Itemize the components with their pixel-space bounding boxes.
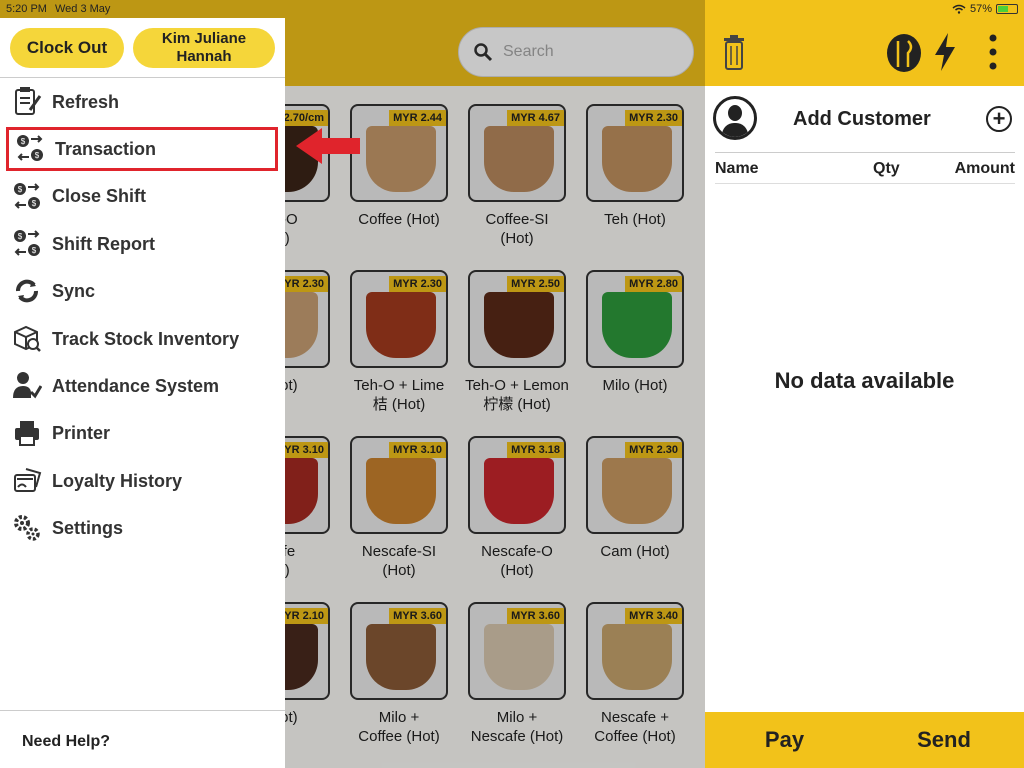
clipboard-icon [12, 86, 44, 118]
svg-text:$: $ [35, 151, 40, 160]
add-customer-row[interactable]: Add Customer + [705, 86, 1024, 150]
order-panel: Add Customer + Name Qty Amount No data a… [705, 86, 1024, 768]
menu-item-shift-report[interactable]: $ $ Shift Report [6, 222, 278, 266]
lightning-icon[interactable] [933, 33, 957, 71]
svg-text:$: $ [18, 232, 23, 241]
dine-in-icon[interactable] [886, 33, 922, 73]
user-name-badge[interactable]: Kim Juliane Hannah [133, 28, 275, 68]
help-footer: Need Help? [0, 710, 285, 768]
wifi-icon [952, 4, 966, 14]
menu-top-bar: Clock Out Kim Juliane Hannah [0, 18, 285, 78]
svg-text:$: $ [32, 199, 37, 208]
add-customer-plus-icon[interactable]: + [986, 106, 1012, 132]
sync-icon [12, 276, 44, 308]
attendance-icon [12, 370, 44, 402]
col-name: Name [715, 160, 759, 177]
menu-item-label: Shift Report [52, 233, 155, 254]
status-date: Wed 3 May [54, 3, 111, 15]
status-bar: 5:20 PM Wed 3 May 57% [0, 0, 1024, 18]
menu-item-label: Loyalty History [52, 470, 183, 491]
col-qty: Qty [873, 160, 900, 177]
more-options-icon[interactable] [989, 34, 997, 70]
battery-icon [996, 4, 1018, 14]
menu-item-close-shift[interactable]: $ $ Close Shift [6, 175, 278, 219]
menu-item-label: Close Shift [52, 186, 147, 207]
menu-item-label: Transaction [55, 138, 157, 159]
menu-item-settings[interactable]: Settings [6, 507, 278, 551]
svg-text:$: $ [21, 137, 26, 146]
menu-item-sync[interactable]: Sync [6, 270, 278, 314]
pay-button[interactable]: Pay [705, 712, 864, 768]
order-table-header: Name Qty Amount [715, 152, 1015, 184]
menu-item-label: Refresh [52, 91, 120, 112]
stock-inventory-icon [12, 323, 44, 355]
menu-item-label: Attendance System [52, 375, 220, 396]
svg-text:$: $ [18, 185, 23, 194]
user-name-line1: Kim Juliane [161, 30, 247, 47]
close-shift-icon: $ $ [12, 181, 44, 213]
menu-item-refresh[interactable]: Refresh [6, 80, 278, 124]
gears-icon [12, 513, 44, 545]
printer-icon [12, 418, 44, 450]
menu-item-label: Sync [52, 281, 96, 302]
transaction-icon: $ $ [15, 133, 47, 165]
send-button[interactable]: Send [864, 712, 1024, 768]
loyalty-icon [12, 465, 44, 497]
menu-item-printer[interactable]: Printer [6, 412, 278, 456]
battery-percent: 57% [969, 3, 992, 15]
trash-icon[interactable] [723, 34, 745, 70]
user-name-line2: Hannah [176, 48, 232, 65]
menu-item-track-stock-inventory[interactable]: Track Stock Inventory [6, 317, 278, 361]
col-amount: Amount [954, 160, 1015, 177]
menu-item-label: Track Stock Inventory [52, 328, 240, 349]
red-arrow-annotation [296, 128, 360, 164]
side-menu: Clock Out Kim Juliane Hannah Refresh $ $ Tr… [0, 18, 285, 768]
menu-item-attendance-system[interactable]: Attendance System [6, 364, 278, 408]
svg-text:$: $ [32, 246, 37, 255]
customer-avatar-icon [713, 96, 757, 140]
shift-report-icon: $ $ [12, 228, 44, 260]
clock-out-button[interactable]: Clock Out [10, 28, 124, 68]
empty-state-text: No data available [774, 368, 955, 393]
add-customer-label[interactable]: Add Customer [793, 108, 931, 131]
status-time: 5:20 PM [6, 3, 47, 15]
menu-item-loyalty-history[interactable]: Loyalty History [6, 459, 278, 503]
menu-item-transaction[interactable]: $ $ Transaction [6, 127, 278, 172]
need-help-link[interactable]: Need Help? [22, 733, 110, 751]
menu-item-label: Settings [52, 518, 124, 539]
menu-item-label: Printer [52, 423, 111, 444]
